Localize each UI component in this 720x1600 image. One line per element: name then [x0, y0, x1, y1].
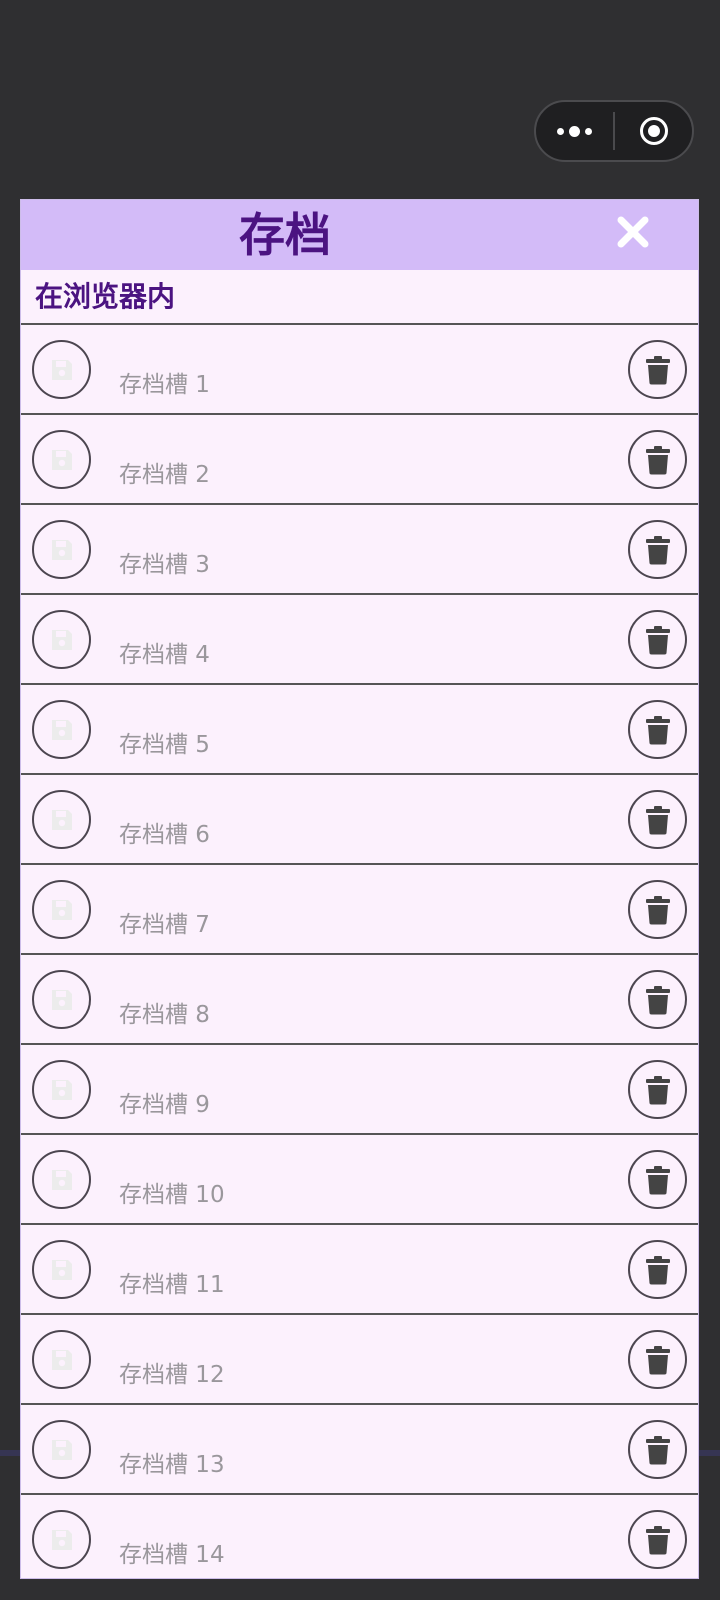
delete-slot-button[interactable] [628, 1150, 687, 1209]
delete-slot-button[interactable] [628, 700, 687, 759]
floppy-disk-icon [51, 449, 72, 470]
mini-program-capsule [534, 100, 694, 162]
save-slot-button[interactable] [32, 340, 91, 399]
save-slot-row-10: 存档槽 10 [21, 1135, 698, 1225]
save-slot-button[interactable] [32, 1420, 91, 1479]
save-slot-button[interactable] [32, 970, 91, 1029]
floppy-disk-icon [51, 1439, 72, 1460]
save-slot-button[interactable] [32, 1060, 91, 1119]
dialog-header: 存档 [21, 200, 698, 270]
trash-icon [645, 1435, 670, 1464]
save-dialog: 存档 在浏览器内 存档槽 1 存档槽 2 存档槽 3 存档槽 4 存档槽 5 存… [20, 199, 699, 1579]
save-slot-row-4: 存档槽 4 [21, 595, 698, 685]
save-slot-row-7: 存档槽 7 [21, 865, 698, 955]
floppy-disk-icon [51, 989, 72, 1010]
save-slot-label: 存档槽 13 [119, 1452, 225, 1478]
floppy-disk-icon [51, 539, 72, 560]
trash-icon [645, 445, 670, 474]
save-slot-label: 存档槽 6 [119, 822, 210, 848]
save-slot-row-1: 存档槽 1 [21, 325, 698, 415]
save-slot-row-5: 存档槽 5 [21, 685, 698, 775]
delete-slot-button[interactable] [628, 1060, 687, 1119]
save-slot-button[interactable] [32, 790, 91, 849]
floppy-disk-icon [51, 1529, 72, 1550]
delete-slot-button[interactable] [628, 790, 687, 849]
save-slot-row-11: 存档槽 11 [21, 1225, 698, 1315]
save-slot-row-3: 存档槽 3 [21, 505, 698, 595]
delete-slot-button[interactable] [628, 1510, 687, 1569]
save-slot-row-14: 存档槽 14 [21, 1495, 698, 1578]
delete-slot-button[interactable] [628, 430, 687, 489]
trash-icon [645, 1255, 670, 1284]
save-slot-label: 存档槽 5 [119, 732, 210, 758]
save-slot-label: 存档槽 14 [119, 1542, 225, 1568]
floppy-disk-icon [51, 719, 72, 740]
floppy-disk-icon [51, 899, 72, 920]
dialog-title: 存档 [239, 208, 331, 262]
save-slot-button[interactable] [32, 1150, 91, 1209]
delete-slot-button[interactable] [628, 970, 687, 1029]
trash-icon [645, 535, 670, 564]
trash-icon [645, 895, 670, 924]
save-slot-button[interactable] [32, 1240, 91, 1299]
trash-icon [645, 715, 670, 744]
close-x-icon [617, 216, 649, 248]
floppy-disk-icon [51, 1169, 72, 1190]
save-slot-label: 存档槽 3 [119, 552, 210, 578]
slot-list: 存档槽 1 存档槽 2 存档槽 3 存档槽 4 存档槽 5 存档槽 6 存档槽 … [21, 325, 698, 1578]
floppy-disk-icon [51, 359, 72, 380]
save-slot-button[interactable] [32, 1510, 91, 1569]
more-button[interactable] [536, 102, 613, 160]
save-slot-button[interactable] [32, 1330, 91, 1389]
section-label: 在浏览器内 [21, 270, 698, 325]
save-slot-row-2: 存档槽 2 [21, 415, 698, 505]
save-slot-row-8: 存档槽 8 [21, 955, 698, 1045]
save-slot-label: 存档槽 9 [119, 1092, 210, 1118]
delete-slot-button[interactable] [628, 610, 687, 669]
floppy-disk-icon [51, 1079, 72, 1100]
save-slot-button[interactable] [32, 430, 91, 489]
trash-icon [645, 985, 670, 1014]
save-slot-label: 存档槽 7 [119, 912, 210, 938]
target-circle-icon [639, 117, 668, 145]
floppy-disk-icon [51, 809, 72, 830]
trash-icon [645, 1345, 670, 1374]
close-button[interactable] [615, 214, 651, 250]
more-dots-icon [557, 125, 593, 137]
delete-slot-button[interactable] [628, 1420, 687, 1479]
save-slot-button[interactable] [32, 520, 91, 579]
trash-icon [645, 355, 670, 384]
save-slot-label: 存档槽 2 [119, 462, 210, 488]
trash-icon [645, 1165, 670, 1194]
trash-icon [645, 805, 670, 834]
delete-slot-button[interactable] [628, 1330, 687, 1389]
trash-icon [645, 1075, 670, 1104]
save-slot-label: 存档槽 4 [119, 642, 210, 668]
save-slot-button[interactable] [32, 700, 91, 759]
save-slot-label: 存档槽 10 [119, 1182, 225, 1208]
floppy-disk-icon [51, 1259, 72, 1280]
save-slot-row-12: 存档槽 12 [21, 1315, 698, 1405]
floppy-disk-icon [51, 1349, 72, 1370]
exit-button[interactable] [615, 102, 692, 160]
trash-icon [645, 625, 670, 654]
save-slot-label: 存档槽 11 [119, 1272, 225, 1298]
delete-slot-button[interactable] [628, 880, 687, 939]
delete-slot-button[interactable] [628, 1240, 687, 1299]
trash-icon [645, 1525, 670, 1554]
save-slot-label: 存档槽 8 [119, 1002, 210, 1028]
save-slot-row-13: 存档槽 13 [21, 1405, 698, 1495]
delete-slot-button[interactable] [628, 520, 687, 579]
save-slot-button[interactable] [32, 610, 91, 669]
save-slot-row-9: 存档槽 9 [21, 1045, 698, 1135]
save-slot-label: 存档槽 12 [119, 1362, 225, 1388]
save-slot-label: 存档槽 1 [119, 372, 210, 398]
delete-slot-button[interactable] [628, 340, 687, 399]
save-slot-button[interactable] [32, 880, 91, 939]
save-slot-row-6: 存档槽 6 [21, 775, 698, 865]
floppy-disk-icon [51, 629, 72, 650]
